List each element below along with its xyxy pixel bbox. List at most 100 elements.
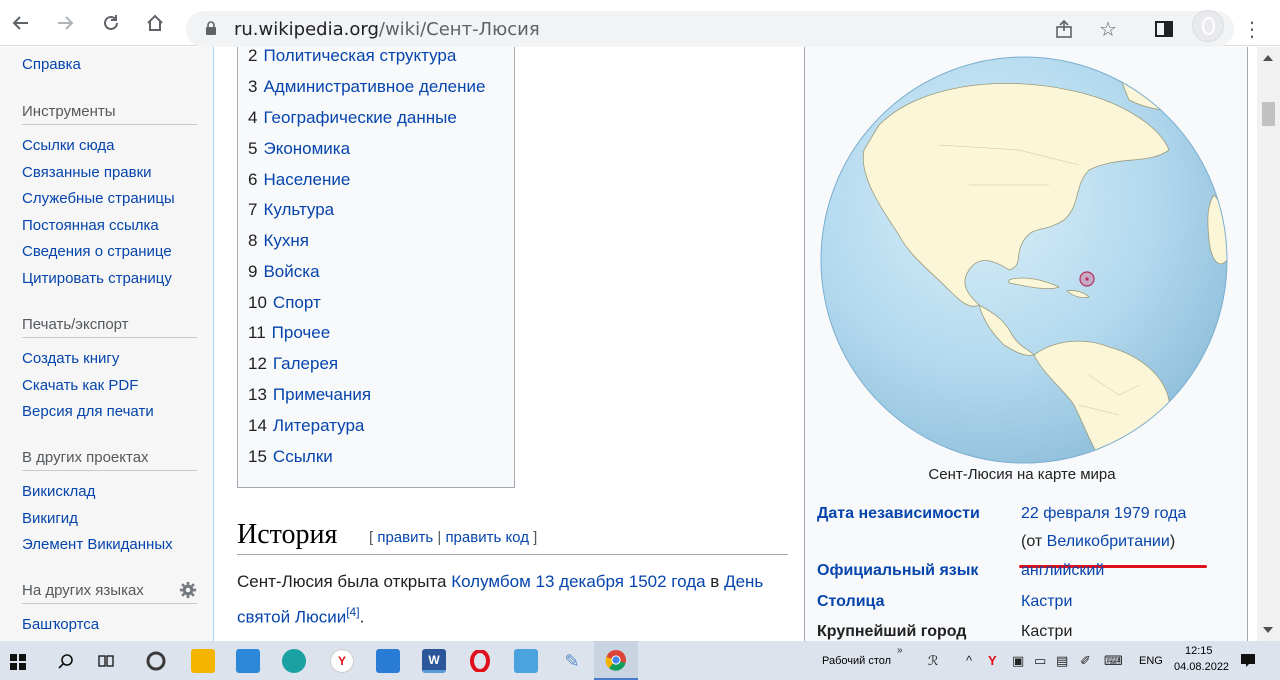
- photos-icon[interactable]: [514, 649, 538, 673]
- english-language-link[interactable]: английский: [1021, 562, 1104, 580]
- independence-label[interactable]: Дата независимости: [817, 505, 980, 523]
- reference-link[interactable]: [4]: [346, 605, 359, 619]
- official-language-label[interactable]: Официальный язык: [817, 562, 978, 580]
- toc-item[interactable]: 8 Кухня: [248, 231, 309, 251]
- scroll-down-icon[interactable]: [1263, 627, 1273, 633]
- capital-label[interactable]: Столица: [817, 593, 884, 611]
- sidebar-link-print[interactable]: Создать книгу: [22, 346, 213, 373]
- word-icon[interactable]: W: [422, 649, 446, 673]
- projects-portlet: В других проектах Викисклад Викигид Элем…: [0, 449, 213, 559]
- home-icon[interactable]: [140, 8, 170, 38]
- capital-link[interactable]: Кастри: [1021, 593, 1072, 611]
- toc-item[interactable]: 2 Политическая структура: [248, 47, 456, 66]
- input-language[interactable]: ENG: [1139, 655, 1163, 667]
- largest-city-value: Кастри: [1021, 623, 1073, 640]
- print-portlet: Печать/экспорт Создать книгу Скачать как…: [0, 316, 213, 426]
- media-player-icon[interactable]: [376, 649, 400, 673]
- profile-avatar[interactable]: [1192, 10, 1224, 42]
- sidebar-link-tool[interactable]: Ссылки сюда: [22, 133, 213, 160]
- network-icon[interactable]: ▤: [1056, 653, 1068, 669]
- forward-icon[interactable]: [50, 8, 80, 38]
- browser-toolbar: ru.wikipedia.org/wiki/Сент-Люсия ☆ ⋮: [0, 0, 1280, 47]
- file-explorer-icon[interactable]: [191, 649, 215, 673]
- notifications-icon[interactable]: [1240, 653, 1256, 669]
- link-date[interactable]: 13 декабря: [536, 572, 624, 591]
- chrome-taskbar-button[interactable]: [594, 641, 638, 680]
- sidebar-link-project[interactable]: Викигид: [22, 506, 213, 533]
- desktop-toolbar-label[interactable]: Рабочий стол: [822, 655, 891, 667]
- edit-bracket-open: [: [369, 529, 374, 546]
- paint-icon[interactable]: ✎: [560, 649, 584, 673]
- lock-icon[interactable]: [206, 21, 216, 35]
- url-text[interactable]: ru.wikipedia.org/wiki/Сент-Люсия: [234, 19, 540, 40]
- sidebar-link-language[interactable]: Башҡортса: [22, 612, 213, 639]
- sidebar-link-help[interactable]: Справка: [22, 52, 213, 79]
- share-icon[interactable]: [1052, 17, 1076, 41]
- toc-item[interactable]: 11 Прочее: [248, 323, 330, 343]
- clock-date[interactable]: 04.08.2022: [1174, 661, 1229, 673]
- largest-city-label: Крупнейший город: [817, 623, 967, 640]
- settings-gear-icon[interactable]: [179, 581, 197, 599]
- toc-item[interactable]: 13 Примечания: [248, 385, 371, 405]
- toc-item[interactable]: 9 Войска: [248, 262, 320, 282]
- sidebar-link-print[interactable]: Версия для печати: [22, 399, 213, 426]
- great-britain-link[interactable]: Великобритании: [1047, 533, 1170, 550]
- battery-icon[interactable]: ▭: [1034, 653, 1046, 669]
- link-year[interactable]: 1502 года: [629, 572, 706, 591]
- task-view-icon[interactable]: [98, 653, 114, 669]
- languages-title-text: На других языках: [22, 582, 144, 599]
- toc-item[interactable]: 5 Экономика: [248, 139, 350, 159]
- sidebar-link-project[interactable]: Викисклад: [22, 479, 213, 506]
- sidebar-link-tool[interactable]: Сведения о странице: [22, 239, 213, 266]
- mail-icon[interactable]: [236, 649, 260, 673]
- menu-kebab-icon[interactable]: ⋮: [1240, 17, 1264, 41]
- keyboard-icon[interactable]: ⌨: [1104, 653, 1123, 669]
- edit-link[interactable]: править: [377, 529, 433, 546]
- toc-item[interactable]: 7 Культура: [248, 200, 334, 220]
- windows-start-icon[interactable]: [10, 654, 26, 670]
- link-columbus[interactable]: Колумбом: [451, 572, 531, 591]
- globe-map[interactable]: [819, 55, 1229, 465]
- independence-date-link[interactable]: 22 февраля 1979 года: [1021, 505, 1186, 523]
- pen-icon[interactable]: ✐: [1080, 653, 1091, 669]
- toc-item[interactable]: 6 Население: [248, 170, 350, 190]
- sidebar-link-tool[interactable]: Связанные правки: [22, 160, 213, 187]
- sidebar-link-tool[interactable]: Служебные страницы: [22, 186, 213, 213]
- edge-icon[interactable]: [282, 649, 306, 673]
- table-of-contents: 2 Политическая структура 3 Административно…: [237, 47, 515, 488]
- sidebar-link-print[interactable]: Скачать как PDF: [22, 373, 213, 400]
- search-icon[interactable]: [58, 653, 74, 669]
- yandex-browser-icon[interactable]: Y: [330, 649, 354, 673]
- toolbar-expand-icon[interactable]: »: [897, 645, 903, 656]
- sidebar-link-tool[interactable]: Постоянная ссылка: [22, 213, 213, 240]
- section-edit-links: [ править | править код ]: [369, 529, 537, 546]
- toc-item[interactable]: 15 Ссылки: [248, 447, 333, 467]
- side-panel-icon[interactable]: [1152, 17, 1176, 41]
- toc-item[interactable]: 3 Административное деление: [248, 77, 485, 97]
- tray-app-icon[interactable]: ▣: [1012, 653, 1024, 669]
- vertical-scrollbar[interactable]: [1257, 47, 1280, 641]
- people-icon[interactable]: ℛ: [928, 653, 938, 669]
- address-bar[interactable]: ru.wikipedia.org/wiki/Сент-Люсия ☆: [186, 11, 1234, 47]
- back-icon[interactable]: [6, 8, 36, 38]
- sidebar-link-project[interactable]: Элемент Викиданных: [22, 532, 213, 559]
- scroll-up-icon[interactable]: [1263, 55, 1273, 61]
- independence-from: (от Великобритании): [1021, 533, 1176, 550]
- edit-code-link[interactable]: править код: [445, 529, 529, 546]
- bookmark-star-icon[interactable]: ☆: [1096, 17, 1120, 41]
- clock-time[interactable]: 12:15: [1185, 645, 1213, 657]
- toc-item[interactable]: 4 Географические данные: [248, 108, 457, 128]
- reload-icon[interactable]: [96, 8, 126, 38]
- toc-item[interactable]: 10 Спорт: [248, 293, 321, 313]
- yandex-tray-icon[interactable]: Y: [988, 653, 997, 668]
- chrome-icon: [605, 650, 626, 671]
- article-content: 2 Политическая структура 3 Административно…: [214, 47, 1257, 641]
- cortana-icon[interactable]: [144, 649, 168, 673]
- tray-chevron-up-icon[interactable]: ^: [966, 653, 972, 668]
- sidebar-link-tool[interactable]: Цитировать страницу: [22, 266, 213, 293]
- scroll-thumb[interactable]: [1262, 102, 1275, 126]
- edit-bracket-close: ]: [533, 529, 538, 546]
- toc-item[interactable]: 12 Галерея: [248, 354, 338, 374]
- opera-icon[interactable]: [468, 649, 492, 673]
- toc-item[interactable]: 14 Литература: [248, 416, 364, 436]
